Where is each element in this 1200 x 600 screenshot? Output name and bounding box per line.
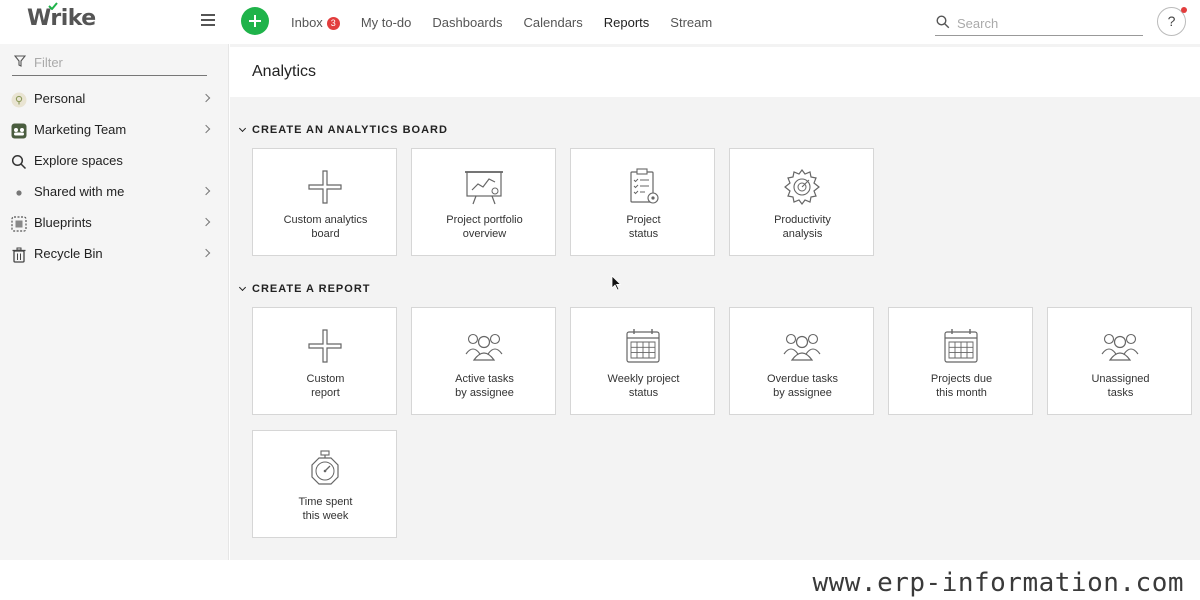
search-icon <box>11 154 27 170</box>
sidebar: Personal Marketing Team Explore spaces S… <box>0 44 229 560</box>
app-window: Wrike Inbox 3 My to-do Dashboards Calenda… <box>0 0 1200 600</box>
presentation-board-icon <box>465 171 503 205</box>
search-input[interactable] <box>957 13 1137 33</box>
top-bar: Wrike Inbox 3 My to-do Dashboards Calenda… <box>0 0 1200 44</box>
dot-icon <box>16 190 22 196</box>
add-new-button[interactable] <box>241 7 269 35</box>
footer-strip: www.erp-information.com <box>0 560 1200 600</box>
chevron-right-icon[interactable] <box>201 186 211 196</box>
plus-icon <box>308 170 342 204</box>
filter-icon <box>14 55 26 67</box>
card-overdue-tasks-by-assignee[interactable]: Overdue tasks by assignee <box>729 307 874 415</box>
card-project-portfolio-overview[interactable]: Project portfolio overview <box>411 148 556 256</box>
card-weekly-project-status[interactable]: Weekly project status <box>570 307 715 415</box>
nav-calendars[interactable]: Calendars <box>524 15 583 30</box>
section-title-analytics-board[interactable]: CREATE AN ANALYTICS BOARD <box>252 124 448 136</box>
people-group-icon <box>1101 333 1139 361</box>
wrike-logo[interactable]: Wrike <box>27 2 96 31</box>
filter-box <box>12 52 207 76</box>
trash-icon <box>12 247 26 263</box>
menu-icon[interactable] <box>201 14 215 26</box>
card-label: Project status <box>626 214 661 240</box>
sidebar-item-label: Shared with me <box>34 184 125 199</box>
search-box <box>935 10 1143 36</box>
calendar-icon <box>944 329 978 363</box>
card-projects-due-this-month[interactable]: Projects due this month <box>888 307 1033 415</box>
chevron-right-icon[interactable] <box>201 124 211 134</box>
card-productivity-analysis[interactable]: Productivity analysis <box>729 148 874 256</box>
calendar-icon <box>626 329 660 363</box>
sidebar-item-label: Recycle Bin <box>34 246 103 261</box>
chevron-down-icon[interactable] <box>238 283 247 292</box>
logo-tick-icon <box>48 2 58 10</box>
card-unassigned-tasks[interactable]: Unassigned tasks <box>1047 307 1192 415</box>
watermark-text: www.erp-information.com <box>812 568 1184 598</box>
sidebar-item-explore-spaces[interactable]: Explore spaces <box>0 146 229 177</box>
page-header: Analytics <box>230 47 1200 97</box>
nav-dashboards[interactable]: Dashboards <box>432 15 502 30</box>
nav-stream[interactable]: Stream <box>670 15 712 30</box>
notification-dot <box>1181 7 1187 13</box>
people-group-icon <box>783 333 821 361</box>
card-label: Custom report <box>306 373 345 399</box>
card-active-tasks-by-assignee[interactable]: Active tasks by assignee <box>411 307 556 415</box>
sidebar-item-personal[interactable]: Personal <box>0 84 229 115</box>
stopwatch-icon <box>311 450 339 485</box>
section-title-report[interactable]: CREATE A REPORT <box>252 283 371 295</box>
sidebar-item-label: Personal <box>34 91 86 106</box>
nav-inbox-label: Inbox <box>291 14 323 30</box>
nav-my-to-do[interactable]: My to-do <box>361 15 412 30</box>
card-label: Productivity analysis <box>774 214 831 240</box>
sidebar-item-marketing-team[interactable]: Marketing Team <box>0 115 229 146</box>
sidebar-item-label: Blueprints <box>34 215 92 230</box>
card-label: Projects due this month <box>930 373 993 399</box>
card-project-status[interactable]: Project status <box>570 148 715 256</box>
nav-inbox[interactable]: Inbox 3 <box>291 15 340 30</box>
card-custom-report[interactable]: Custom report <box>252 307 397 415</box>
card-label: Weekly project status <box>607 373 680 399</box>
sidebar-item-shared-with-me[interactable]: Shared with me <box>0 177 229 208</box>
sidebar-item-recycle-bin[interactable]: Recycle Bin <box>0 239 229 270</box>
blueprint-icon <box>11 216 27 232</box>
plus-icon <box>308 329 342 363</box>
main-content: Analytics CREATE AN ANALYTICS BOARD Cust… <box>230 44 1200 560</box>
search-icon <box>936 15 950 29</box>
help-button[interactable]: ? <box>1157 7 1187 36</box>
sidebar-item-label: Marketing Team <box>34 122 127 137</box>
chevron-right-icon[interactable] <box>201 93 211 103</box>
team-space-icon <box>11 123 27 139</box>
mouse-cursor-icon <box>611 275 621 291</box>
personal-space-icon <box>11 92 27 108</box>
sidebar-item-label: Explore spaces <box>34 153 123 168</box>
help-label: ? <box>1167 13 1176 29</box>
card-label: Custom analytics board <box>283 214 368 240</box>
chevron-right-icon[interactable] <box>201 248 211 258</box>
logo-text: Wrike <box>27 6 96 31</box>
nav-reports[interactable]: Reports <box>604 15 650 30</box>
card-label: Time spent this week <box>298 496 353 522</box>
inbox-count-badge: 3 <box>326 16 340 30</box>
people-group-icon <box>465 333 503 361</box>
gear-target-icon <box>784 169 820 205</box>
clipboard-checklist-icon <box>630 168 659 204</box>
chevron-down-icon[interactable] <box>238 124 247 133</box>
main-nav: Inbox 3 My to-do Dashboards Calendars Rep… <box>291 0 733 44</box>
filter-input[interactable] <box>34 53 204 71</box>
sidebar-item-blueprints[interactable]: Blueprints <box>0 208 229 239</box>
card-label: Overdue tasks by assignee <box>767 373 838 399</box>
page-title: Analytics <box>252 63 317 80</box>
card-label: Project portfolio overview <box>446 214 523 240</box>
card-label: Unassigned tasks <box>1091 373 1150 399</box>
card-label: Active tasks by assignee <box>455 373 514 399</box>
card-time-spent-this-week[interactable]: Time spent this week <box>252 430 397 538</box>
card-custom-analytics-board[interactable]: Custom analytics board <box>252 148 397 256</box>
chevron-right-icon[interactable] <box>201 217 211 227</box>
